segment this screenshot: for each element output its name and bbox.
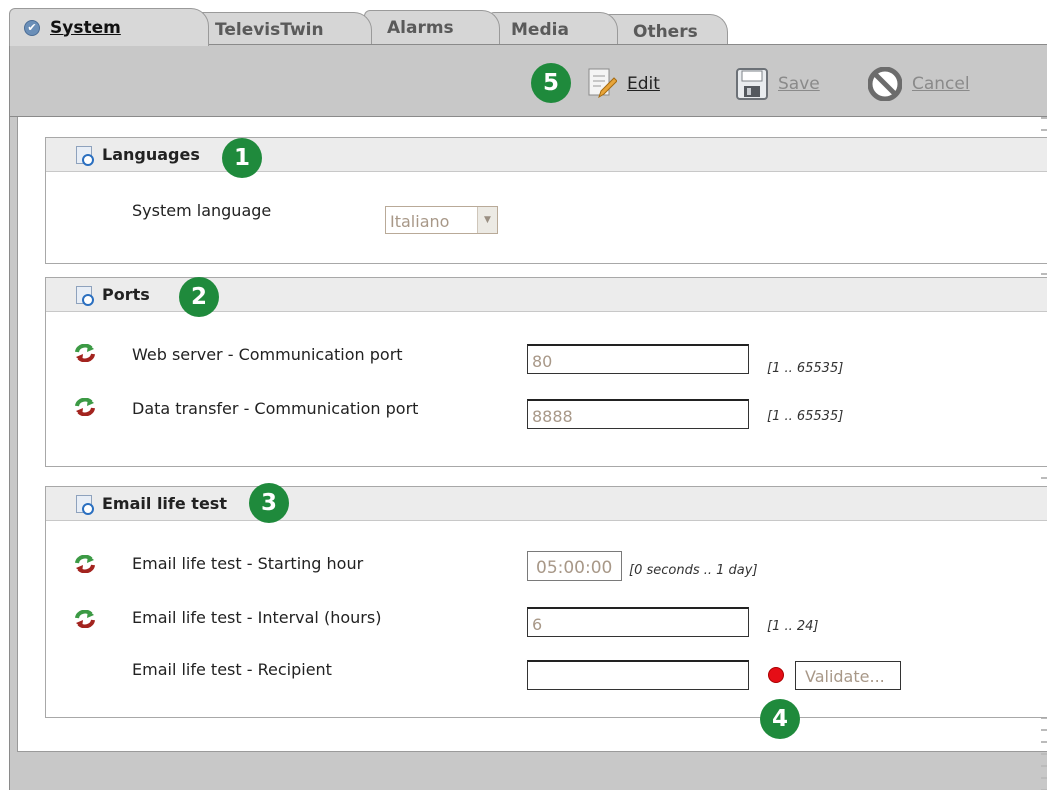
sync-icon — [75, 398, 95, 416]
web-port-input[interactable]: 80 — [527, 344, 749, 374]
marker-2: 2 — [179, 277, 219, 317]
data-port-label: Data transfer - Communication port — [132, 399, 419, 418]
validate-button[interactable]: Validate... — [795, 661, 901, 690]
system-language-select[interactable]: Italiano ▼ — [385, 206, 498, 234]
recipient-label: Email life test - Recipient — [132, 660, 332, 679]
system-language-label: System language — [132, 201, 272, 220]
cancel-icon — [868, 67, 902, 101]
web-port-label: Web server - Communication port — [132, 345, 403, 364]
check-icon: ✔ — [24, 19, 40, 36]
tab-alarms[interactable]: Alarms — [364, 10, 500, 44]
interval-label: Email life test - Interval (hours) — [132, 608, 382, 627]
search-document-icon — [76, 494, 94, 515]
tab-televistwin[interactable]: TelevisTwin — [192, 12, 372, 46]
starting-hour-label: Email life test - Starting hour — [132, 554, 364, 573]
edit-button[interactable]: Edit — [587, 67, 660, 101]
tab-system[interactable]: ✔ System — [9, 8, 209, 46]
floppy-disk-icon — [736, 68, 768, 100]
chevron-down-icon: ▼ — [477, 207, 497, 233]
web-port-range: [1 .. 65535] — [767, 361, 844, 376]
sync-icon — [75, 555, 95, 573]
starting-hour-range: [0 seconds .. 1 day] — [629, 563, 758, 578]
languages-header: Languages — [46, 138, 1047, 172]
data-port-range: [1 .. 65535] — [767, 409, 844, 424]
marker-5: 5 — [531, 63, 571, 103]
recipient-input[interactable] — [527, 660, 749, 690]
search-document-icon — [76, 145, 94, 166]
interval-input[interactable]: 6 — [527, 607, 749, 637]
sync-icon — [75, 610, 95, 628]
tab-others[interactable]: Others — [604, 14, 728, 48]
search-document-icon — [76, 285, 94, 306]
email-life-test-header: Email life test — [46, 487, 1047, 521]
starting-hour-input[interactable]: 05:00:00 — [527, 551, 622, 581]
cancel-button[interactable]: Cancel — [868, 67, 970, 101]
save-button[interactable]: Save — [736, 68, 820, 100]
sync-icon — [75, 344, 95, 362]
interval-range: [1 .. 24] — [767, 619, 819, 634]
tab-bar: Others Media Alarms TelevisTwin ✔ System — [0, 0, 1047, 48]
marker-3: 3 — [249, 483, 289, 523]
edit-icon — [588, 68, 617, 99]
tab-media[interactable]: Media — [488, 12, 618, 46]
data-port-input[interactable]: 8888 — [527, 399, 749, 429]
marker-4: 4 — [760, 699, 800, 739]
marker-1: 1 — [222, 138, 262, 178]
status-dot — [768, 667, 784, 683]
